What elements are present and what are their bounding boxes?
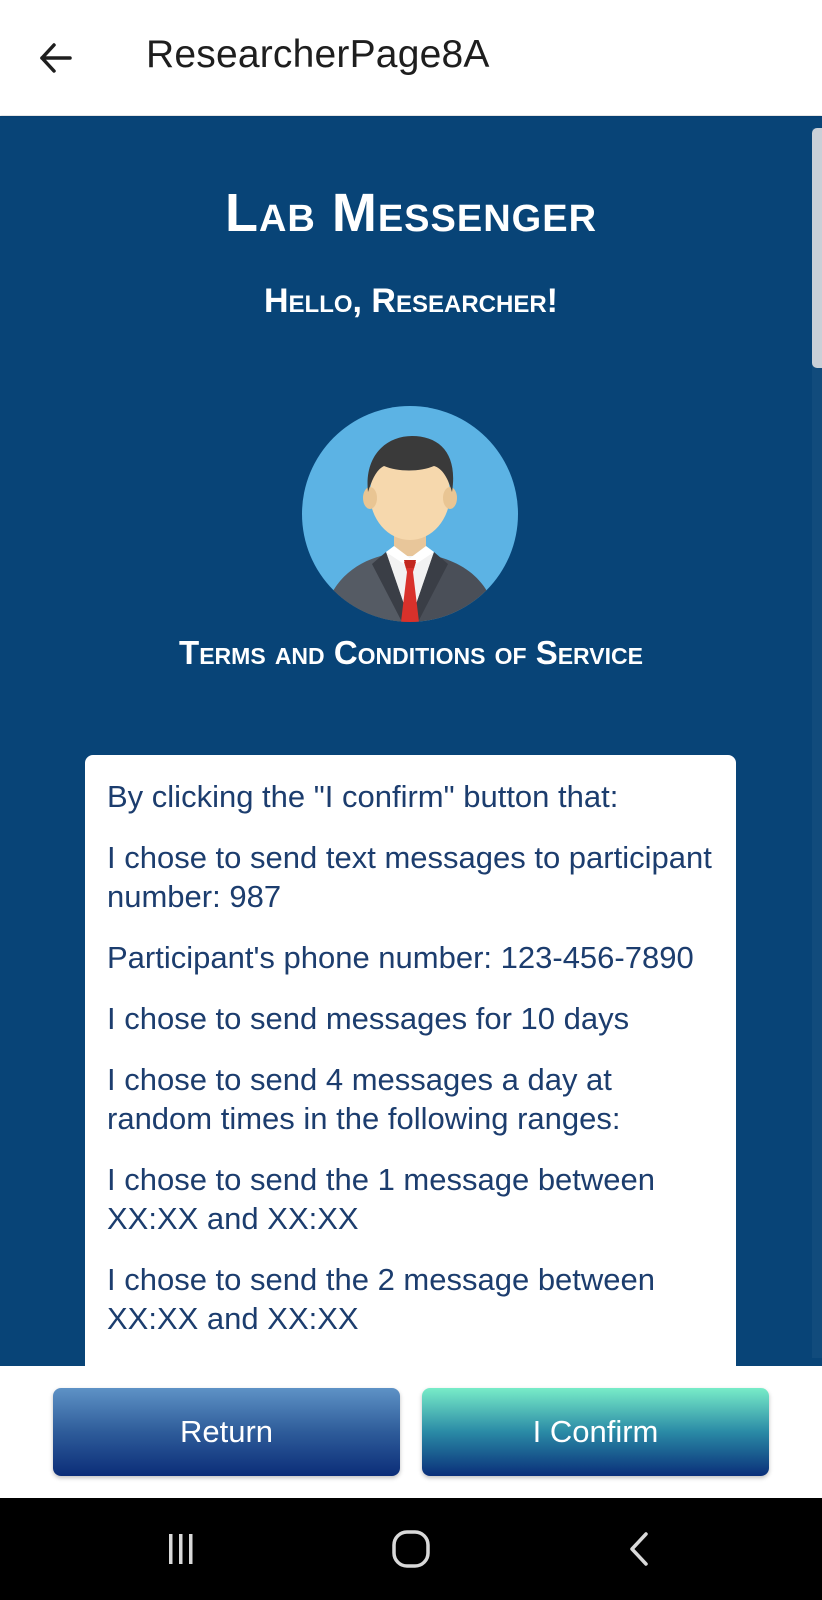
back-button[interactable] — [28, 30, 84, 86]
system-nav-bar — [0, 1498, 822, 1600]
page-title: ResearcherPage8A — [146, 33, 490, 76]
terms-paragraph: Participant's phone number: 123-456-7890 — [107, 940, 694, 975]
greeting-text: Hello, Researcher! — [263, 282, 558, 320]
return-button[interactable]: Return — [53, 1388, 400, 1476]
terms-card: By clicking the "I confirm" button that:… — [85, 755, 736, 1366]
terms-paragraph: I chose to send 4 messages a day at rand… — [107, 1062, 621, 1136]
confirm-button[interactable]: I Confirm — [422, 1388, 769, 1476]
scrollbar[interactable] — [812, 128, 822, 368]
businessman-avatar-icon — [302, 406, 518, 622]
recent-apps-icon — [169, 1534, 193, 1564]
action-bar: Return I Confirm — [0, 1366, 822, 1498]
home-icon — [392, 1530, 430, 1568]
app-bar: ResearcherPage8A — [0, 0, 822, 115]
terms-heading: Terms and Conditions of Service — [179, 634, 643, 671]
terms-paragraph: By clicking the "I confirm" button that: — [107, 779, 619, 814]
terms-paragraph: I chose to send text messages to partici… — [107, 840, 712, 914]
main-content[interactable]: Lab Messenger Hello, Researcher! Terms a… — [0, 116, 822, 1366]
system-back-button[interactable] — [610, 1524, 670, 1574]
terms-paragraph: I chose to send the 1 message between XX… — [107, 1162, 656, 1236]
terms-paragraph: I chose to send messages for 10 days — [107, 1001, 630, 1036]
recent-apps-button[interactable] — [151, 1524, 211, 1574]
back-chevron-icon — [630, 1532, 648, 1566]
app-title: Lab Messenger — [224, 183, 598, 243]
terms-paragraph: I chose to send the 2 message between XX… — [107, 1262, 656, 1336]
arrow-left-icon — [40, 43, 72, 73]
home-button[interactable] — [381, 1524, 441, 1574]
